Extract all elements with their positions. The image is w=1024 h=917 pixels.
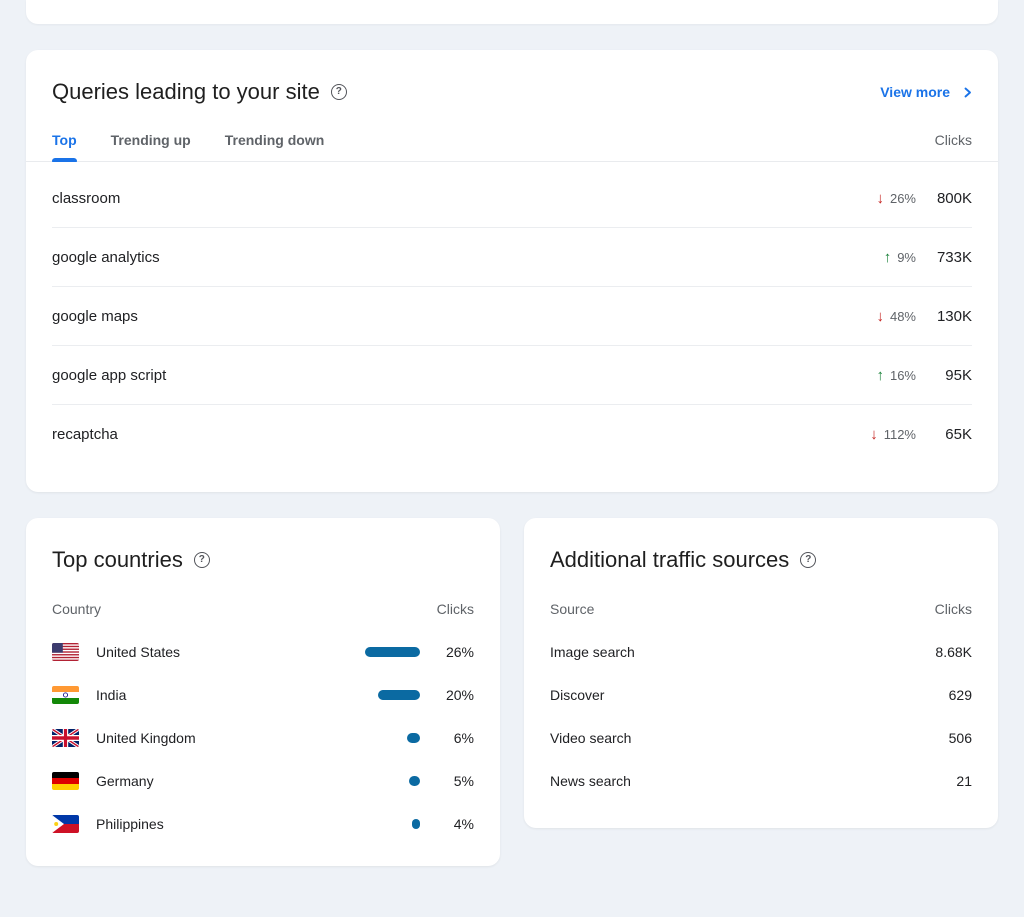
source-row: Discover 629: [550, 673, 972, 716]
trend-down-icon: ↓: [876, 309, 884, 324]
query-text: recaptcha: [52, 426, 118, 443]
additional-traffic-sources-card: Additional traffic sources ? Source Clic…: [524, 518, 998, 828]
country-name: Germany: [96, 773, 154, 789]
query-row: google analytics ↑ 9% 733K: [52, 228, 972, 287]
queries-title-group: Queries leading to your site ?: [52, 78, 347, 106]
queries-tabs: Top Trending up Trending down Clicks: [26, 126, 998, 162]
trend-percent: 112%: [884, 427, 916, 442]
country-name: Philippines: [96, 816, 164, 832]
clicks-value: 130K: [916, 308, 972, 325]
query-text: google maps: [52, 308, 138, 325]
source-clicks-value: 8.68K: [935, 644, 972, 660]
clicks-column-header: Clicks: [935, 132, 972, 161]
tab-top[interactable]: Top: [52, 126, 77, 161]
philippines-flag-icon: [52, 815, 79, 833]
country-column-header: Country: [52, 601, 101, 617]
source-clicks-value: 629: [949, 687, 972, 703]
trend-badge: ↓ 48%: [876, 309, 916, 324]
clicks-bar: [407, 733, 420, 743]
queries-card-title: Queries leading to your site: [52, 78, 320, 106]
tab-trending-up[interactable]: Trending up: [111, 126, 191, 161]
clicks-value: 733K: [916, 249, 972, 266]
source-clicks-value: 21: [956, 773, 972, 789]
query-row: recaptcha ↓ 112% 65K: [52, 405, 972, 464]
clicks-bar: [409, 776, 420, 786]
source-name: News search: [550, 773, 631, 789]
trend-percent: 16%: [890, 368, 916, 383]
trend-percent: 48%: [890, 309, 916, 324]
help-icon[interactable]: ?: [194, 552, 210, 568]
trend-up-icon: ↑: [884, 250, 892, 265]
trend-badge: ↑ 16%: [876, 368, 916, 383]
clicks-value: 800K: [916, 190, 972, 207]
countries-list: United States 26% India 20% United Kingd…: [52, 630, 474, 845]
source-row: News search 21: [550, 759, 972, 802]
view-more-link[interactable]: View more: [880, 84, 972, 100]
india-flag-icon: [52, 686, 79, 704]
country-name: United States: [96, 644, 180, 660]
top-countries-card: Top countries ? Country Clicks United St…: [26, 518, 500, 866]
country-clicks-percent: 6%: [434, 730, 474, 746]
tab-trending-down[interactable]: Trending down: [225, 126, 325, 161]
chevron-right-icon: [964, 87, 972, 98]
queries-card: Queries leading to your site ? View more…: [26, 50, 998, 492]
trend-percent: 26%: [890, 191, 916, 206]
germany-flag-icon: [52, 772, 79, 790]
clicks-value: 65K: [916, 426, 972, 443]
queries-list: classroom ↓ 26% 800K google analytics ↑ …: [26, 162, 998, 464]
help-icon[interactable]: ?: [331, 84, 347, 100]
top-card-fragment: [26, 0, 998, 24]
query-row: classroom ↓ 26% 800K: [52, 169, 972, 228]
query-row: google maps ↓ 48% 130K: [52, 287, 972, 346]
queries-card-header: Queries leading to your site ? View more: [26, 50, 998, 106]
query-text: google app script: [52, 367, 166, 384]
clicks-bar: [412, 819, 420, 829]
country-clicks-percent: 4%: [434, 816, 474, 832]
country-row: India 20%: [52, 673, 474, 716]
country-clicks-percent: 20%: [434, 687, 474, 703]
country-name: India: [96, 687, 126, 703]
source-row: Image search 8.68K: [550, 630, 972, 673]
clicks-column-header: Clicks: [437, 601, 474, 617]
clicks-bar: [365, 647, 420, 657]
source-clicks-value: 506: [949, 730, 972, 746]
country-name: United Kingdom: [96, 730, 196, 746]
source-name: Video search: [550, 730, 631, 746]
country-row: Philippines 4%: [52, 802, 474, 845]
clicks-column-header: Clicks: [935, 601, 972, 617]
trend-up-icon: ↑: [876, 368, 884, 383]
country-row: United States 26%: [52, 630, 474, 673]
query-row: google app script ↑ 16% 95K: [52, 346, 972, 405]
bottom-cards: Top countries ? Country Clicks United St…: [26, 518, 998, 866]
clicks-value: 95K: [916, 367, 972, 384]
help-icon[interactable]: ?: [800, 552, 816, 568]
united-kingdom-flag-icon: [52, 729, 79, 747]
trend-down-icon: ↓: [870, 427, 878, 442]
country-row: United Kingdom 6%: [52, 716, 474, 759]
source-column-header: Source: [550, 601, 594, 617]
countries-card-title: Top countries: [52, 546, 183, 574]
trend-badge: ↓ 112%: [870, 427, 916, 442]
sources-card-title: Additional traffic sources: [550, 546, 789, 574]
united-states-flag-icon: [52, 643, 79, 661]
trend-percent: 9%: [897, 250, 916, 265]
country-clicks-percent: 5%: [434, 773, 474, 789]
query-text: google analytics: [52, 249, 160, 266]
view-more-label: View more: [880, 84, 950, 100]
source-row: Video search 506: [550, 716, 972, 759]
country-clicks-percent: 26%: [434, 644, 474, 660]
trend-down-icon: ↓: [876, 191, 884, 206]
trend-badge: ↑ 9%: [884, 250, 916, 265]
source-name: Image search: [550, 644, 635, 660]
country-row: Germany 5%: [52, 759, 474, 802]
source-name: Discover: [550, 687, 604, 703]
clicks-bar: [378, 690, 420, 700]
sources-list: Image search 8.68K Discover 629 Video se…: [550, 630, 972, 802]
query-text: classroom: [52, 190, 120, 207]
trend-badge: ↓ 26%: [876, 191, 916, 206]
